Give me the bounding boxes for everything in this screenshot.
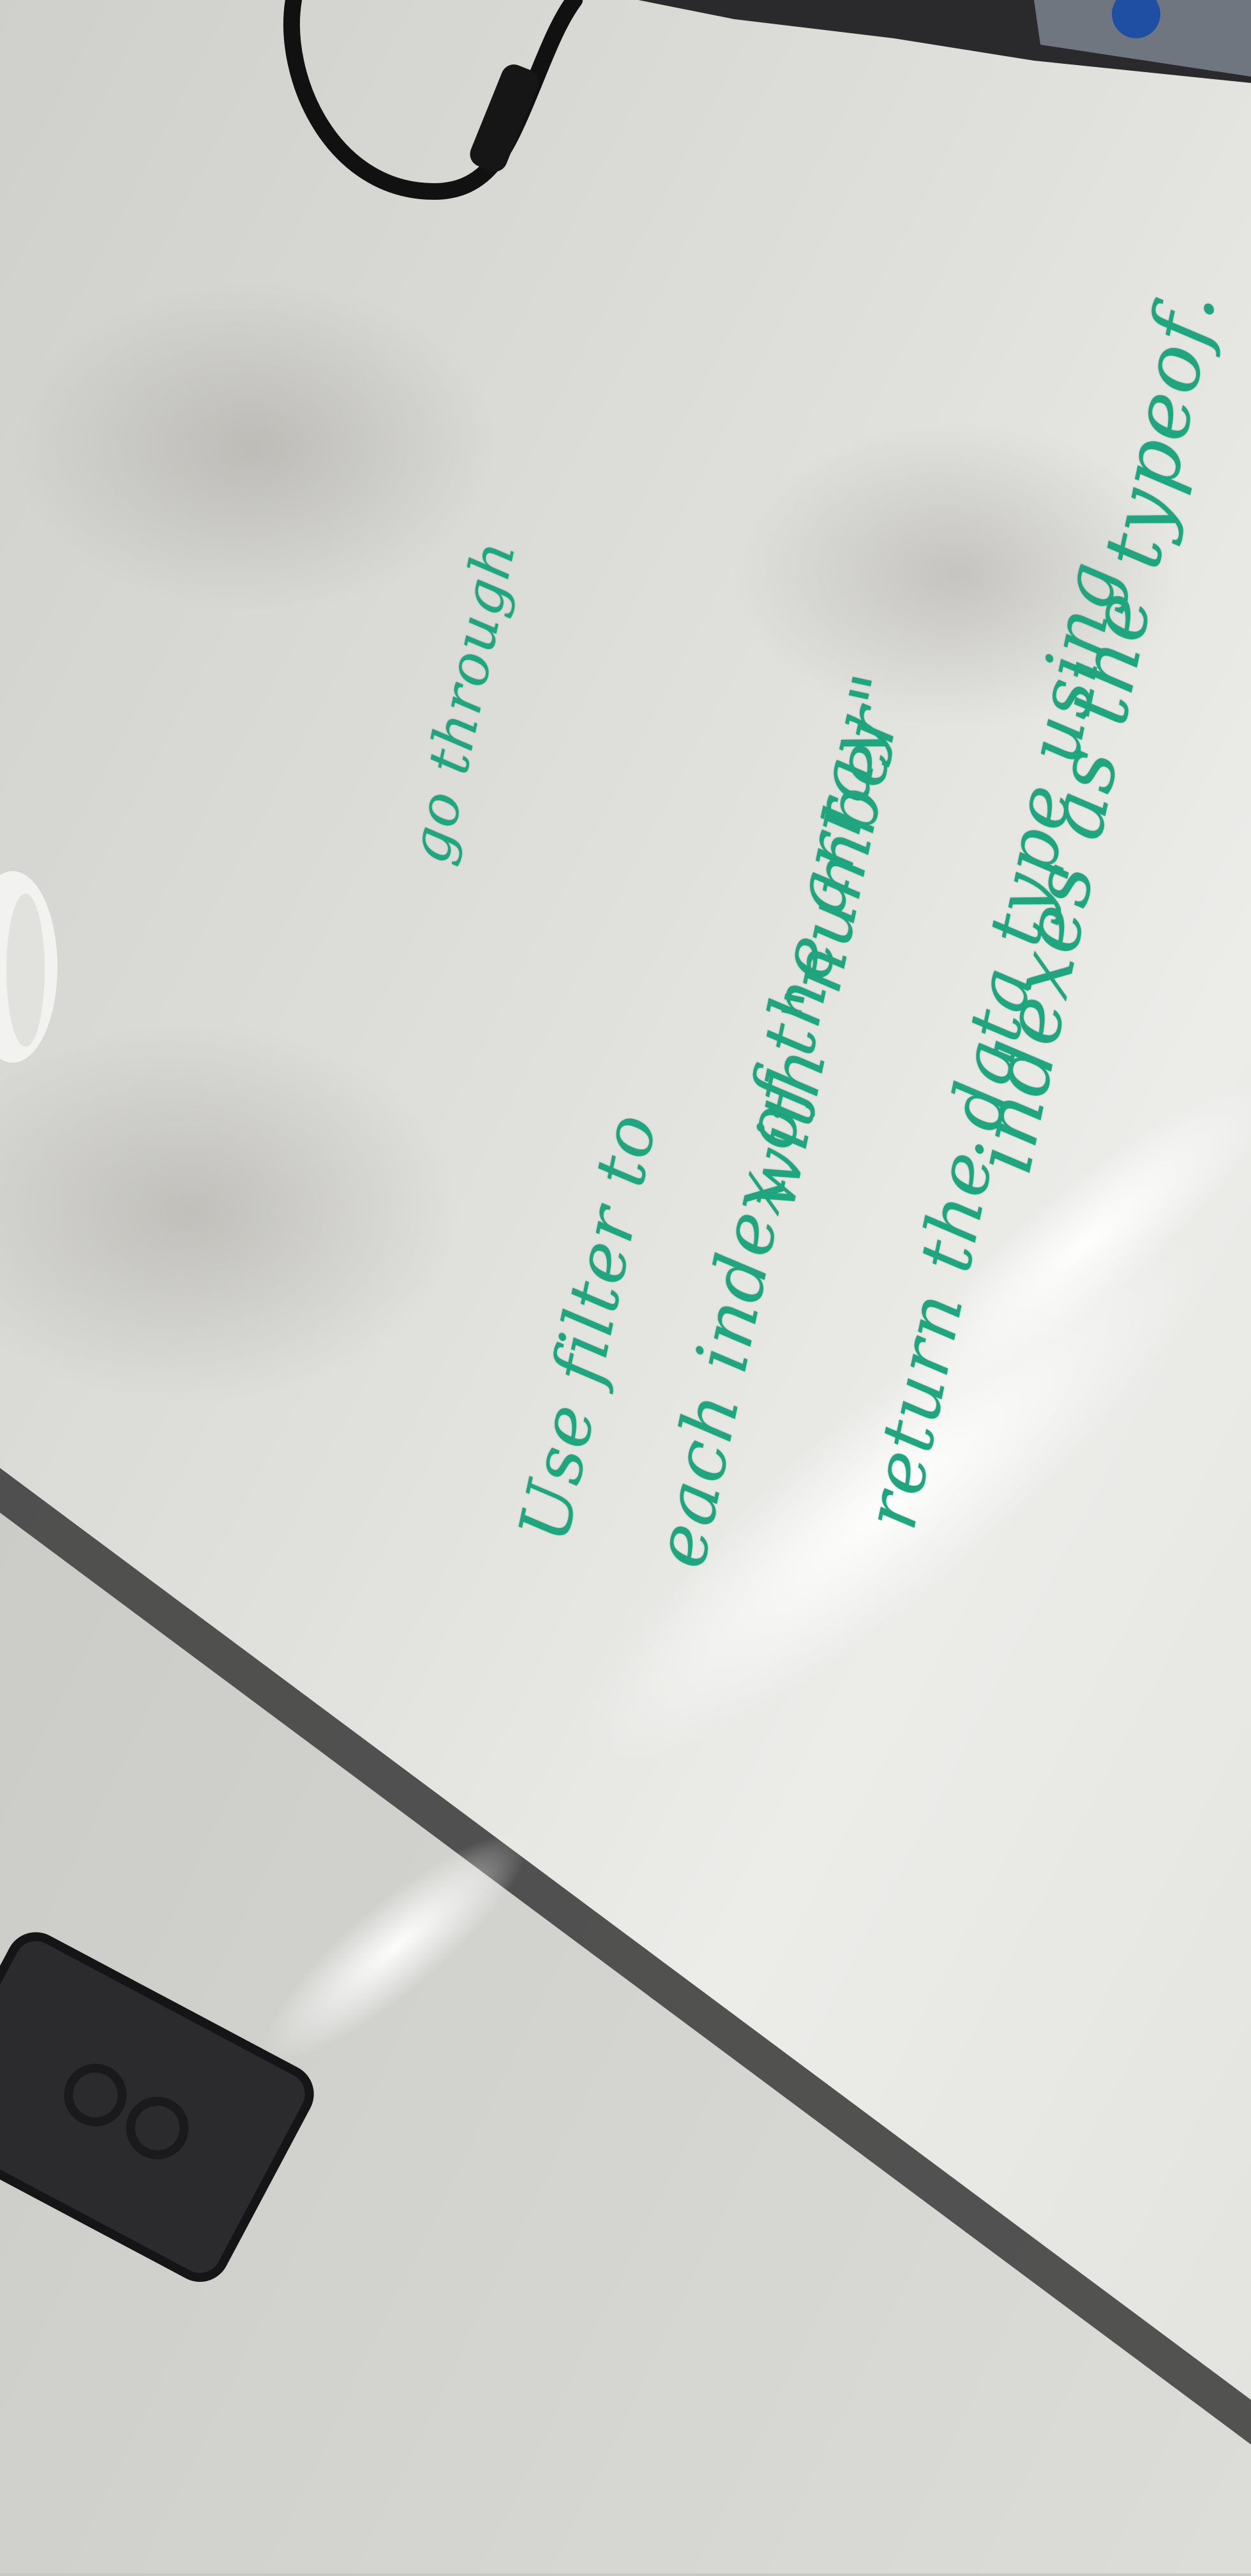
smudge	[13, 281, 498, 613]
photo-scene: go through Use filter to each index of t…	[0, 0, 1251, 2573]
desk-photo	[0, 0, 1251, 2573]
magnet-shadow	[6, 894, 45, 1047]
smudge	[734, 421, 1181, 728]
